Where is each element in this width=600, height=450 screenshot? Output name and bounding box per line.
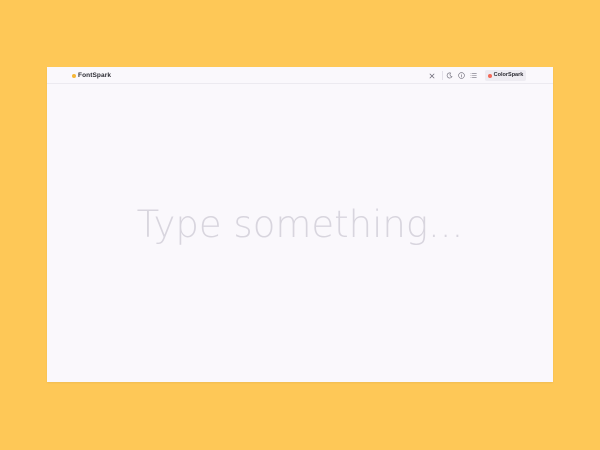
type-area xyxy=(47,84,553,382)
brand-name: FontSpark xyxy=(78,72,112,79)
colorspark-link[interactable]: ColorSpark xyxy=(485,70,526,81)
top-bar: FontSpark ColorSpark xyxy=(47,67,553,84)
type-input[interactable] xyxy=(60,203,540,246)
brand-logo[interactable]: FontSpark xyxy=(72,71,111,80)
app-window: FontSpark ColorSpark Type something... xyxy=(47,67,553,382)
clear-button[interactable] xyxy=(427,71,436,80)
moon-icon xyxy=(446,72,453,79)
list-icon xyxy=(470,73,477,78)
colorspark-dot-icon xyxy=(487,73,492,78)
brand-dot-icon xyxy=(72,73,76,78)
info-button[interactable] xyxy=(457,71,466,80)
toolbar-divider xyxy=(442,71,443,80)
colorspark-label: ColorSpark xyxy=(493,72,524,78)
close-icon xyxy=(429,73,434,78)
menu-list-button[interactable] xyxy=(469,71,478,80)
info-icon xyxy=(458,72,465,79)
theme-toggle-button[interactable] xyxy=(445,71,454,80)
